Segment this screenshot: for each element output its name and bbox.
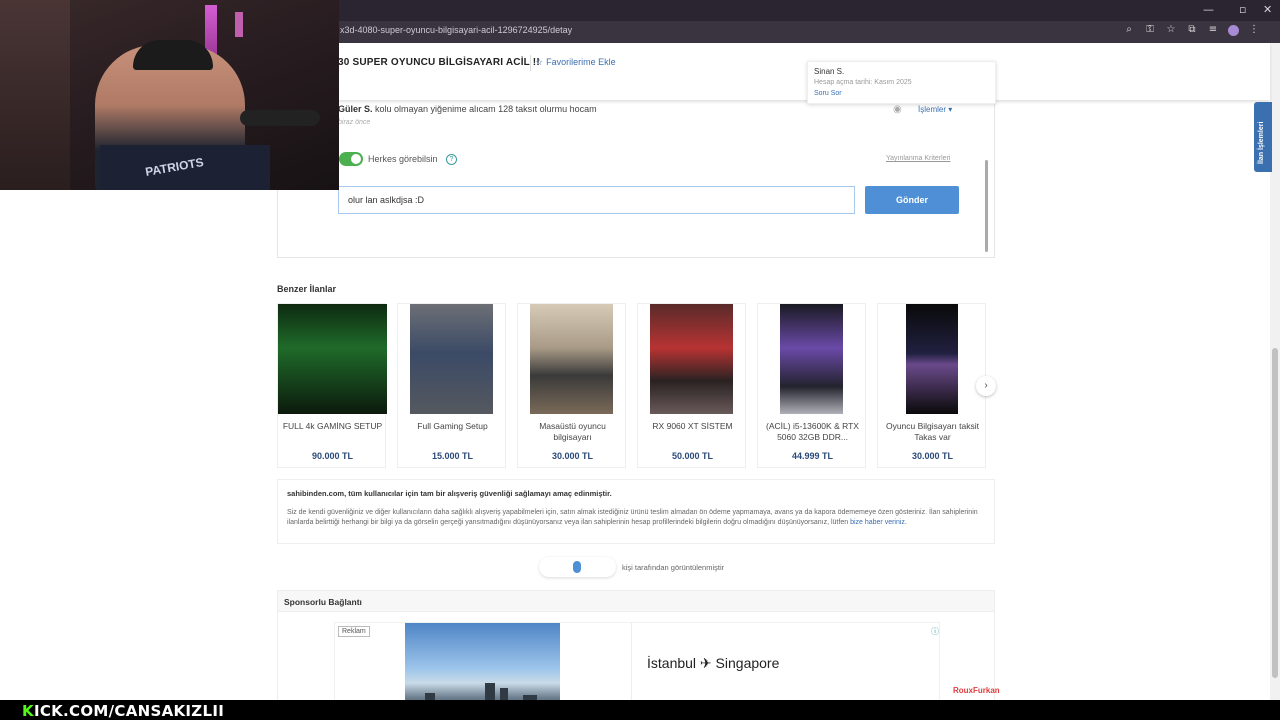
loading-spinner-icon (573, 561, 581, 573)
star-icon: ☆ (535, 57, 544, 67)
question-time: biraz önce (338, 119, 371, 126)
eye-icon[interactable]: ◉ (893, 104, 902, 115)
url-text[interactable]: x3d-4080-super-oyuncu-bilgisayari-acil-1… (340, 25, 572, 35)
microphone (240, 110, 320, 126)
stream-url: KICK.COM/CANSAKIZLII (22, 702, 224, 720)
listing-name: Full Gaming Setup (417, 421, 488, 431)
question-body: kolu olmayan yiğenime alıcam 128 taksıt … (375, 104, 597, 114)
similar-listings-title: Benzer İlanlar (277, 284, 337, 294)
seller-joined: Hesap açma tarihi: Kasım 2025 (814, 79, 912, 86)
card-scrollbar[interactable] (985, 160, 988, 252)
question-text: Güler S. kolu olmayan yiğenime alıcam 12… (338, 104, 597, 114)
shirt-text: PATRIOTS (144, 154, 205, 180)
notice-body: Siz de kendi güvenliğiniz ve diğer kulla… (287, 508, 987, 527)
actions-label: İşlemler (918, 105, 947, 114)
ask-question-link[interactable]: Soru Sor (814, 90, 842, 97)
visibility-label: Herkes görebilsin (368, 154, 438, 164)
webcam-overlay: PATRIOTS (0, 0, 339, 190)
help-icon[interactable]: ? (446, 154, 457, 165)
reading-list-icon[interactable]: ≡ (1207, 24, 1219, 36)
listing-actions-label: İlan İşlemleri (1258, 121, 1265, 164)
chevron-right-icon[interactable]: › (976, 376, 996, 396)
similar-listing-card[interactable]: (ACİL) i5-13600K & RTX 5060 32GB DDR... … (757, 303, 866, 468)
notice-heading: sahibinden.com, tüm kullanıcılar için ta… (287, 489, 612, 498)
listing-actions-tab[interactable]: İlan İşlemleri (1254, 102, 1272, 172)
listing-name: Masaüstü oyuncu bilgisayarı (539, 421, 606, 442)
views-counter (539, 557, 616, 577)
listing-image (530, 304, 613, 414)
send-button[interactable]: Gönder (865, 186, 959, 214)
streamer-cap (133, 40, 213, 70)
chevron-down-icon: ▾ (948, 105, 953, 114)
maximize-icon[interactable]: ▫ (1239, 3, 1246, 16)
safety-notice: sahibinden.com, tüm kullanıcılar için ta… (277, 479, 995, 544)
similar-listing-card[interactable]: Oyuncu Bilgisayarı taksit Takas var 30.0… (877, 303, 986, 468)
sponsored-header: Sponsorlu Bağlantı (278, 591, 994, 612)
listing-name: FULL 4k GAMİNG SETUP (282, 421, 383, 431)
profile-avatar-icon[interactable] (1228, 25, 1239, 36)
listing-name: RX 9060 XT SİSTEM (652, 421, 733, 431)
webcam-background-shelf (0, 0, 70, 190)
listing-price: 30.000 TL (551, 451, 594, 461)
watermark: RouxFurkan (953, 686, 1000, 695)
views-text: kişi tarafından görüntülenmiştir (622, 563, 725, 572)
listing-price: 90.000 TL (311, 451, 354, 461)
listing-price: 44.999 TL (791, 451, 834, 461)
listing-image (278, 304, 387, 414)
listing-image (906, 304, 958, 414)
add-favorite-button[interactable]: ☆ Favorilerime Ekle (535, 57, 616, 68)
listing-price: 15.000 TL (431, 451, 474, 461)
favorite-label: Favorilerime Ekle (546, 57, 616, 67)
listing-image (410, 304, 493, 414)
criteria-link[interactable]: Yayınlanma Kriterleri (886, 155, 950, 162)
ad-info-icon[interactable]: ⓘ (931, 626, 939, 637)
zoom-icon[interactable]: ⌕ (1123, 24, 1135, 36)
seller-popup: Sinan S. Hesap açma tarihi: Kasım 2025 S… (807, 61, 996, 104)
kick-prefix: K (22, 702, 34, 720)
question-author: Güler S. (338, 104, 373, 114)
scrollbar-thumb[interactable] (1272, 348, 1278, 678)
close-window-icon[interactable]: ✕ (1263, 3, 1272, 16)
similar-listing-card[interactable]: Full Gaming Setup 15.000 TL (397, 303, 506, 468)
actions-menu[interactable]: İşlemler ▾ (918, 105, 952, 114)
webcam-neon-light (235, 12, 243, 37)
listing-price: 30.000 TL (911, 451, 954, 461)
similar-listing-card[interactable]: Masaüstü oyuncu bilgisayarı 30.000 TL (517, 303, 626, 468)
listing-image (780, 304, 843, 414)
ad-badge: Reklam (338, 626, 370, 637)
listing-image (650, 304, 733, 414)
minimize-icon[interactable]: — (1203, 3, 1214, 16)
password-key-icon[interactable]: ⚿ (1144, 24, 1156, 36)
listing-price: 50.000 TL (671, 451, 714, 461)
question-card (277, 100, 995, 258)
screen: — ▫ ✕ x3d-4080-super-oyuncu-bilgisayari-… (0, 0, 1280, 720)
address-bar-icons: ⌕ ⚿ ☆ ⧉ ≡ ⋮ (1123, 24, 1260, 36)
listing-name: Oyuncu Bilgisayarı taksit Takas var (885, 421, 980, 442)
seller-name: Sinan S. (814, 67, 845, 76)
answer-input[interactable]: olur lan aslkdjsa :D (338, 186, 855, 214)
header-divider (530, 55, 531, 71)
listing-title: 30 SUPER OYUNCU BİLGİSAYARI ACİL !! (338, 57, 540, 68)
watermark-brand: RouxFurkan (953, 686, 1000, 695)
report-link[interactable]: bize haber veriniz. (850, 519, 907, 526)
bookmark-star-icon[interactable]: ☆ (1165, 24, 1177, 36)
streamer-shirt: PATRIOTS (100, 145, 270, 190)
similar-listing-card[interactable]: FULL 4k GAMİNG SETUP 90.000 TL (277, 303, 387, 468)
browser-menu-icon[interactable]: ⋮ (1248, 24, 1260, 36)
similar-listing-card[interactable]: RX 9060 XT SİSTEM 50.000 TL (637, 303, 746, 468)
visibility-toggle[interactable] (339, 152, 363, 166)
extensions-icon[interactable]: ⧉ (1186, 24, 1198, 36)
kick-text: ICK.COM/CANSAKIZLII (33, 702, 225, 720)
sponsored-title: Sponsorlu Bağlantı (284, 597, 362, 607)
ad-headline[interactable]: İstanbul ✈ Singapore (647, 655, 779, 672)
listing-name: (ACİL) i5-13600K & RTX 5060 32GB DDR... (766, 421, 859, 442)
